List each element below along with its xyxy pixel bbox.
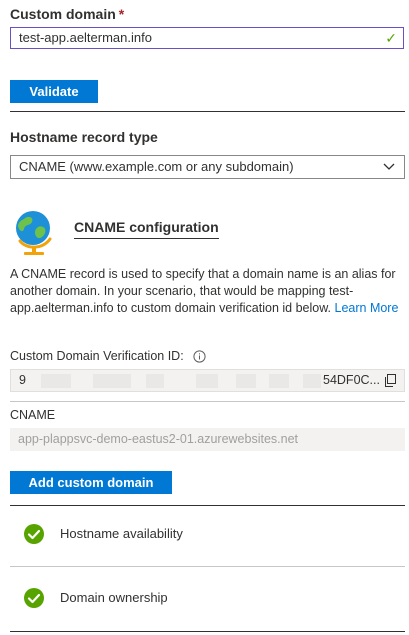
redacted-block [146,374,164,388]
success-check-icon [24,588,44,608]
redacted-block [41,374,71,388]
divider [10,111,405,112]
valid-check-icon: ✓ [385,30,397,46]
redacted-block [196,374,218,388]
redacted-block [303,374,321,388]
hostname-record-label: Hostname record type [10,129,158,145]
custom-domain-label-text: Custom domain [10,6,116,22]
divider [10,631,405,632]
verification-id-field[interactable]: 9 54DF0C... [10,369,405,392]
globe-icon [16,211,52,255]
add-custom-domain-button[interactable]: Add custom domain [10,471,172,494]
domain-ownership-row: Domain ownership [10,573,405,623]
custom-domain-label: Custom domain * [10,6,124,22]
hostname-record-select[interactable]: CNAME (www.example.com or any subdomain) [10,155,405,179]
required-mark: * [118,6,125,22]
validate-button[interactable]: Validate [10,80,98,103]
info-icon[interactable] [193,350,206,363]
verification-id-label-text: Custom Domain Verification ID: [10,349,184,363]
cname-value-field: app-plappsvc-demo-eastus2-01.azurewebsit… [10,428,405,451]
success-check-icon [24,524,44,544]
learn-more-link[interactable]: Learn More [335,301,399,315]
check-label: Domain ownership [60,590,168,605]
divider [10,566,405,567]
divider [10,505,405,506]
divider [10,401,405,402]
custom-domain-value: test-app.aelterman.info [19,30,152,45]
custom-domain-input[interactable]: test-app.aelterman.info ✓ [10,27,404,49]
copy-icon[interactable] [384,374,397,387]
redacted-block [236,374,256,388]
cname-configuration-title: CNAME configuration [74,219,219,239]
cname-label: CNAME [10,408,56,422]
hostname-record-value: CNAME (www.example.com or any subdomain) [19,159,294,174]
cname-description: A CNAME record is used to specify that a… [10,266,400,317]
verification-id-start: 9 [19,373,26,387]
check-label: Hostname availability [60,526,183,541]
verification-id-end: 54DF0C... [323,373,380,387]
redacted-block [269,374,289,388]
custom-domain-panel: Custom domain * test-app.aelterman.info ✓… [0,0,409,635]
hostname-availability-row: Hostname availability [10,509,405,559]
verification-id-label: Custom Domain Verification ID: [10,349,206,363]
chevron-down-icon [383,163,395,170]
redacted-block [93,374,131,388]
